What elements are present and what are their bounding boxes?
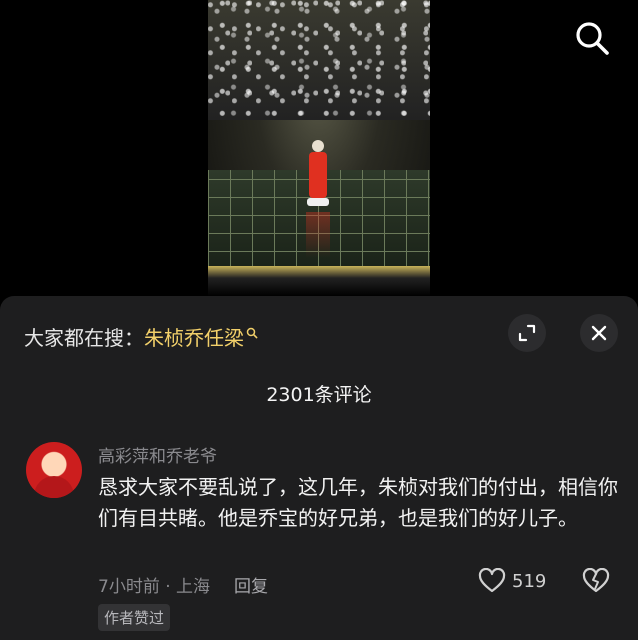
crowd-background — [208, 0, 430, 120]
comment-username[interactable]: 高彩萍和乔老爷 — [98, 442, 217, 467]
search-keyword-icon — [246, 322, 258, 346]
search-icon — [576, 22, 609, 55]
comments-panel: 大家都在搜：朱桢乔任梁 2301条评论 高彩萍和乔老爷 恳求大家不要乱说了，这几… — [0, 296, 638, 640]
dislike-button[interactable] — [582, 567, 610, 598]
avatar[interactable] — [26, 442, 82, 498]
author-liked-badge: 作者赞过 — [98, 604, 171, 631]
heart-icon — [478, 568, 506, 593]
performer-figure — [307, 140, 329, 212]
comment-meta: 7小时前 · 上海 回复 — [98, 572, 268, 597]
search-keyword[interactable]: 朱桢乔任梁 — [144, 326, 244, 350]
search-button[interactable] — [572, 18, 612, 58]
performer-reflection — [306, 212, 330, 258]
comment-time-location: 7小时前 · 上海 — [98, 577, 211, 597]
search-prefix: 大家都在搜： — [24, 326, 144, 350]
expand-button[interactable] — [508, 314, 546, 352]
close-icon — [591, 325, 607, 341]
expand-icon — [518, 324, 536, 342]
like-count: 519 — [512, 570, 547, 592]
close-button[interactable] — [580, 314, 618, 352]
like-button[interactable]: 519 — [478, 568, 546, 594]
comment-text: 恳求大家不要乱说了，这几年，朱桢对我们的付出，相信你们有目共睹。他是乔宝的好兄弟… — [98, 475, 618, 530]
stage-edge — [208, 266, 430, 296]
video-area[interactable] — [0, 0, 638, 300]
video-frame[interactable] — [208, 0, 430, 296]
broken-heart-icon — [582, 567, 610, 593]
reply-button[interactable]: 回复 — [234, 577, 268, 597]
comment-count: 2301条评论 — [266, 384, 372, 406]
search-suggestion[interactable]: 大家都在搜：朱桢乔任梁 — [24, 322, 258, 351]
